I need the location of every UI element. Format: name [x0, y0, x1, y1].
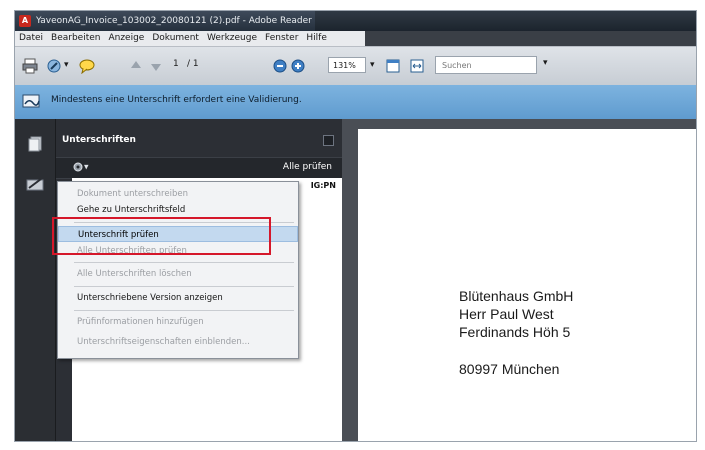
- panel-options-box-icon[interactable]: [323, 135, 334, 146]
- fit-page-button[interactable]: [384, 57, 402, 75]
- fit-page-icon: [386, 59, 400, 73]
- page-number-current[interactable]: 1: [173, 59, 179, 69]
- page-number-total: / 1: [187, 59, 199, 69]
- menu-item-view-signed-version[interactable]: Unterschriebene Version anzeigen: [58, 290, 298, 306]
- zoom-level-field[interactable]: 131%: [328, 57, 366, 73]
- fit-width-icon: [410, 59, 424, 73]
- pen-icon: [47, 59, 61, 73]
- menu-datei[interactable]: Datei: [15, 31, 47, 46]
- title-bar-background: [315, 11, 696, 31]
- info-bar-message: Mindestens eine Unterschrift erfordert e…: [51, 95, 302, 105]
- gear-icon: [73, 162, 83, 172]
- menu-separator: [74, 286, 294, 287]
- menu-anzeige[interactable]: Anzeige: [104, 31, 148, 46]
- signatures-panel-header: Unterschriften: [56, 129, 342, 151]
- menu-bearbeiten[interactable]: Bearbeiten: [47, 31, 104, 46]
- highlight-annotation-box: [52, 217, 271, 255]
- toolbar: ▾ 1 / 1 131% ▾ Suchen ▾: [15, 47, 696, 86]
- address-line: Ferdinands Höh 5: [459, 324, 571, 340]
- adobe-reader-icon: A: [19, 15, 31, 27]
- signature-warning-icon: [22, 94, 40, 108]
- search-dropdown-chevron-icon[interactable]: ▾: [543, 58, 548, 68]
- signatures-panel-title: Unterschriften: [62, 135, 136, 145]
- verify-all-button[interactable]: Alle prüfen: [283, 162, 332, 172]
- menu-bar: Datei Bearbeiten Anzeige Dokument Werkzeuge F…: [15, 31, 696, 47]
- menu-item-delete-all-signatures[interactable]: Alle Unterschriften löschen: [58, 266, 298, 282]
- document-area: Blütenhaus GmbH Herr Paul West Ferdinand…: [342, 119, 696, 441]
- speech-bubble-icon: [79, 59, 95, 74]
- zoom-out-button[interactable]: [271, 57, 289, 75]
- menu-separator: [74, 310, 294, 311]
- pdf-page: Blütenhaus GmbH Herr Paul West Ferdinand…: [358, 129, 696, 441]
- signature-entry[interactable]: IG:PN: [311, 181, 336, 190]
- chevron-down-icon[interactable]: ▾: [64, 60, 69, 70]
- zoom-in-button[interactable]: [289, 57, 307, 75]
- window-title: YaveonAG_Invoice_103002_20080121 (2).pdf…: [36, 16, 312, 26]
- pages-nav-button[interactable]: [24, 133, 46, 155]
- signature-options-menu: Dokument unterschreiben Gehe zu Untersch…: [57, 181, 299, 359]
- menu-bar-background: [365, 31, 696, 46]
- previous-page-button[interactable]: [127, 57, 145, 75]
- menu-fenster[interactable]: Fenster: [261, 31, 302, 46]
- sign-button[interactable]: [45, 57, 63, 75]
- title-bar: A YaveonAG_Invoice_103002_20080121 (2).p…: [15, 11, 696, 31]
- menu-hilfe[interactable]: Hilfe: [302, 31, 330, 46]
- signatures-panel-toolbar: ▾ Alle prüfen: [56, 157, 342, 179]
- menu-item-show-signature-properties[interactable]: Unterschriftseigenschaften einblenden...: [58, 334, 298, 350]
- signature-info-bar: Mindestens eine Unterschrift erfordert e…: [15, 85, 696, 120]
- pages-icon: [28, 136, 42, 152]
- address-line: Herr Paul West: [459, 306, 554, 322]
- printer-icon: [22, 58, 38, 74]
- address-line: Blütenhaus GmbH: [459, 288, 574, 304]
- zoom-dropdown-chevron-icon[interactable]: ▾: [370, 60, 375, 70]
- options-button[interactable]: ▾: [72, 161, 94, 175]
- arrow-down-icon: [151, 64, 161, 71]
- navigation-strip: [15, 119, 56, 441]
- menu-item-go-to-signature-field[interactable]: Gehe zu Unterschriftsfeld: [58, 202, 298, 218]
- signature-pen-icon: [26, 178, 44, 191]
- minus-circle-icon: [273, 59, 287, 73]
- signatures-nav-button[interactable]: [24, 173, 46, 195]
- plus-circle-icon: [291, 59, 305, 73]
- address-line: 80997 München: [459, 361, 560, 377]
- menu-werkzeuge[interactable]: Werkzeuge: [203, 31, 261, 46]
- arrow-up-icon: [131, 61, 141, 68]
- menu-dokument[interactable]: Dokument: [148, 31, 203, 46]
- fit-width-button[interactable]: [408, 57, 426, 75]
- search-input[interactable]: Suchen: [435, 56, 537, 74]
- comment-button[interactable]: [78, 57, 96, 75]
- menu-item-sign-document[interactable]: Dokument unterschreiben: [58, 186, 298, 202]
- next-page-button[interactable]: [147, 57, 165, 75]
- menu-separator: [74, 262, 294, 263]
- print-button[interactable]: [21, 57, 39, 75]
- menu-item-add-verification-info[interactable]: Prüfinformationen hinzufügen: [58, 314, 298, 330]
